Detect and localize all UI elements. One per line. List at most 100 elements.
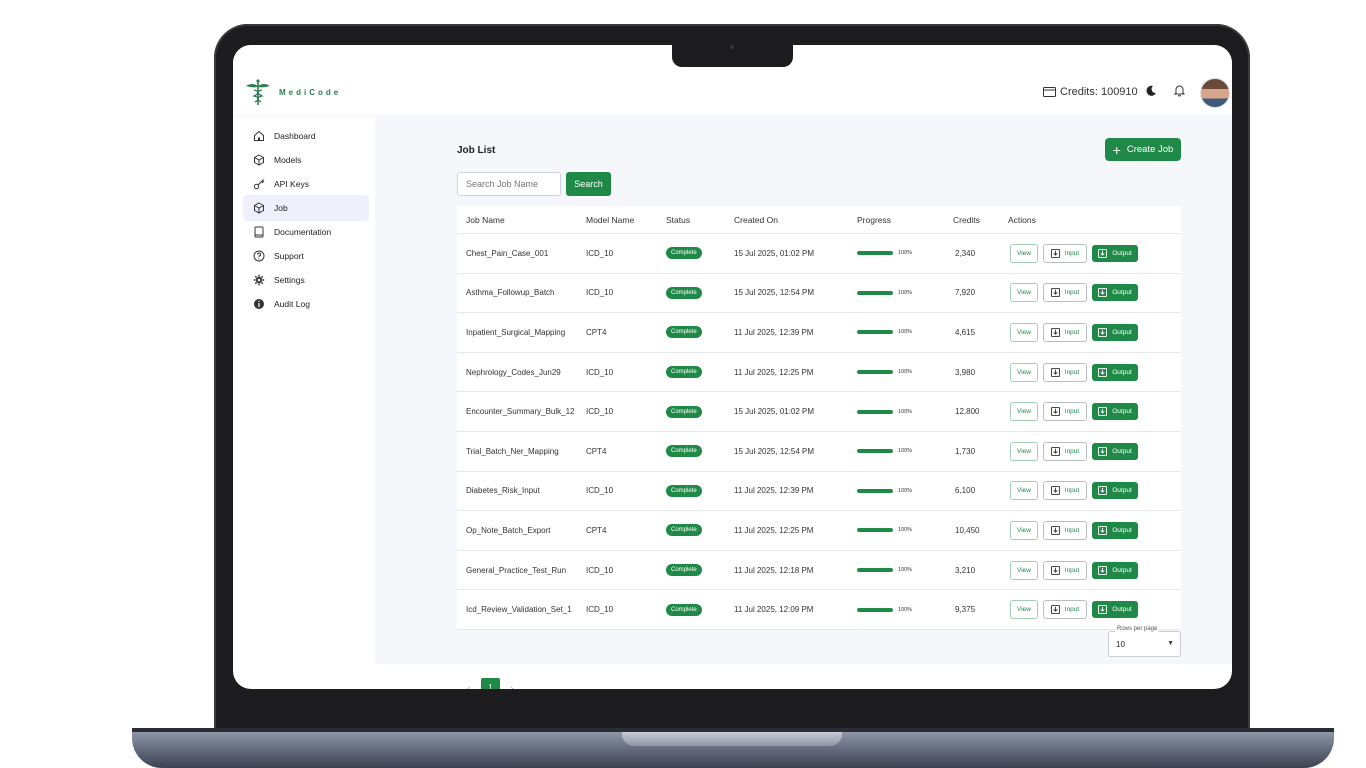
progress-bar-fill bbox=[857, 568, 893, 573]
status-badge: Complete bbox=[666, 603, 702, 616]
model-name-cell: ICD_10 bbox=[586, 288, 614, 298]
sidebar-item-support[interactable]: Support bbox=[243, 243, 369, 269]
camera-icon bbox=[730, 45, 734, 49]
download-icon bbox=[1050, 525, 1060, 535]
book-icon bbox=[254, 226, 264, 238]
progress-cell: 100% bbox=[857, 448, 953, 454]
input-download-button[interactable]: Input bbox=[1043, 600, 1087, 620]
credits-cell: 3,980 bbox=[955, 367, 976, 377]
input-download-button[interactable]: Input bbox=[1043, 560, 1087, 580]
rows-per-page-select[interactable]: Rows per page 10 ▼ bbox=[1108, 626, 1181, 657]
prev-page-button[interactable]: ‹ bbox=[457, 683, 481, 690]
download-icon bbox=[1050, 407, 1060, 417]
view-button[interactable]: View bbox=[1010, 283, 1038, 303]
progress-bar bbox=[857, 290, 893, 295]
view-button[interactable]: View bbox=[1010, 243, 1038, 263]
model-name-cell: CPT4 bbox=[586, 446, 607, 456]
next-page-button[interactable]: › bbox=[500, 683, 524, 690]
progress-label: 100% bbox=[898, 369, 913, 376]
bell-icon[interactable] bbox=[1173, 84, 1186, 97]
output-download-button[interactable]: Output bbox=[1092, 521, 1138, 539]
download-icon bbox=[1098, 288, 1108, 298]
download-icon bbox=[1050, 327, 1060, 337]
created-on-cell: 11 Jul 2025, 12:39 PM bbox=[734, 327, 814, 337]
moon-icon[interactable] bbox=[1145, 85, 1157, 97]
output-download-button[interactable]: Output bbox=[1092, 284, 1138, 302]
view-button[interactable]: View bbox=[1010, 402, 1038, 422]
page-number-button[interactable]: 1 bbox=[481, 678, 500, 689]
download-icon bbox=[1050, 248, 1060, 258]
view-button[interactable]: View bbox=[1010, 600, 1038, 620]
input-download-button[interactable]: Input bbox=[1043, 362, 1087, 382]
logo[interactable]: MediCode bbox=[243, 77, 341, 107]
input-download-button[interactable]: Input bbox=[1043, 520, 1087, 540]
sidebar-item-audit-log[interactable]: Audit Log bbox=[243, 291, 369, 317]
input-download-button[interactable]: Input bbox=[1043, 402, 1087, 422]
output-download-button[interactable]: Output bbox=[1092, 442, 1138, 460]
created-on-cell: 15 Jul 2025, 01:02 PM bbox=[734, 407, 815, 417]
input-label: Input bbox=[1064, 526, 1080, 534]
output-download-button[interactable]: Output bbox=[1092, 561, 1138, 579]
sidebar-item-label: Support bbox=[274, 251, 304, 261]
input-download-button[interactable]: Input bbox=[1043, 243, 1087, 263]
view-button[interactable]: View bbox=[1010, 441, 1038, 461]
search-button[interactable]: Search bbox=[566, 172, 611, 196]
sidebar-item-job[interactable]: Job bbox=[243, 195, 369, 221]
credits-cell: 1,730 bbox=[955, 446, 976, 456]
sidebar-item-documentation[interactable]: Documentation bbox=[243, 219, 369, 245]
input-download-button[interactable]: Input bbox=[1043, 322, 1087, 342]
progress-bar bbox=[857, 449, 893, 454]
progress-cell: 100% bbox=[857, 250, 953, 256]
user-avatar[interactable] bbox=[1200, 78, 1230, 108]
output-download-button[interactable]: Output bbox=[1092, 601, 1138, 619]
sidebar-item-label: API Keys bbox=[274, 179, 309, 189]
status-cell: Complete bbox=[666, 247, 734, 260]
output-download-button[interactable]: Output bbox=[1092, 323, 1138, 341]
progress-bar bbox=[857, 370, 893, 375]
sidebar-item-models[interactable]: Models bbox=[243, 147, 369, 173]
credits-cell: 2,340 bbox=[955, 248, 976, 258]
actions-cell: View Input Output bbox=[1010, 402, 1181, 422]
download-icon bbox=[1098, 605, 1108, 615]
column-header-credits: Credits bbox=[953, 214, 980, 225]
sidebar-item-api-keys[interactable]: API Keys bbox=[243, 171, 369, 197]
view-button[interactable]: View bbox=[1010, 560, 1038, 580]
output-download-button[interactable]: Output bbox=[1092, 244, 1138, 262]
progress-bar-fill bbox=[857, 449, 893, 454]
output-download-button[interactable]: Output bbox=[1092, 403, 1138, 421]
view-button[interactable]: View bbox=[1010, 481, 1038, 501]
view-button[interactable]: View bbox=[1010, 520, 1038, 540]
output-label: Output bbox=[1112, 447, 1132, 455]
model-name-cell: ICD_10 bbox=[586, 565, 614, 575]
table-row: Diabetes_Risk_Input ICD_10 Complete 11 Jul … bbox=[457, 472, 1181, 512]
status-badge: Complete bbox=[666, 366, 702, 379]
input-download-button[interactable]: Input bbox=[1043, 441, 1087, 461]
output-download-button[interactable]: Output bbox=[1092, 482, 1138, 500]
progress-cell: 100% bbox=[857, 527, 953, 533]
caret-down-icon: ▼ bbox=[1167, 640, 1174, 647]
sidebar-item-settings[interactable]: Settings bbox=[243, 267, 369, 293]
status-cell: Complete bbox=[666, 445, 734, 458]
sidebar-item-label: Models bbox=[274, 155, 302, 165]
actions-cell: View Input Output bbox=[1010, 322, 1181, 342]
view-button[interactable]: View bbox=[1010, 362, 1038, 382]
sidebar-item-dashboard[interactable]: Dashboard bbox=[243, 123, 369, 149]
box-icon bbox=[254, 202, 264, 214]
created-on-cell: 11 Jul 2025, 12:25 PM bbox=[734, 367, 814, 377]
credits-display[interactable]: Credits: 100910 bbox=[1043, 86, 1138, 98]
help-circle-icon bbox=[253, 250, 265, 262]
column-header-model-name: Model Name bbox=[586, 214, 635, 225]
progress-cell: 100% bbox=[857, 567, 953, 573]
rows-per-page-label: Rows per page bbox=[1115, 626, 1160, 632]
progress-bar bbox=[857, 488, 893, 493]
input-download-button[interactable]: Input bbox=[1043, 283, 1087, 303]
output-download-button[interactable]: Output bbox=[1092, 363, 1138, 381]
main-content: Job List + Create Job Search Job Name Mo… bbox=[375, 115, 1232, 689]
created-on-cell: 15 Jul 2025, 12:54 PM bbox=[734, 288, 815, 298]
download-icon bbox=[1050, 565, 1060, 575]
view-button[interactable]: View bbox=[1010, 322, 1038, 342]
progress-label: 100% bbox=[898, 487, 913, 494]
input-download-button[interactable]: Input bbox=[1043, 481, 1087, 501]
create-job-button[interactable]: + Create Job bbox=[1105, 138, 1181, 161]
search-input[interactable] bbox=[457, 172, 561, 196]
